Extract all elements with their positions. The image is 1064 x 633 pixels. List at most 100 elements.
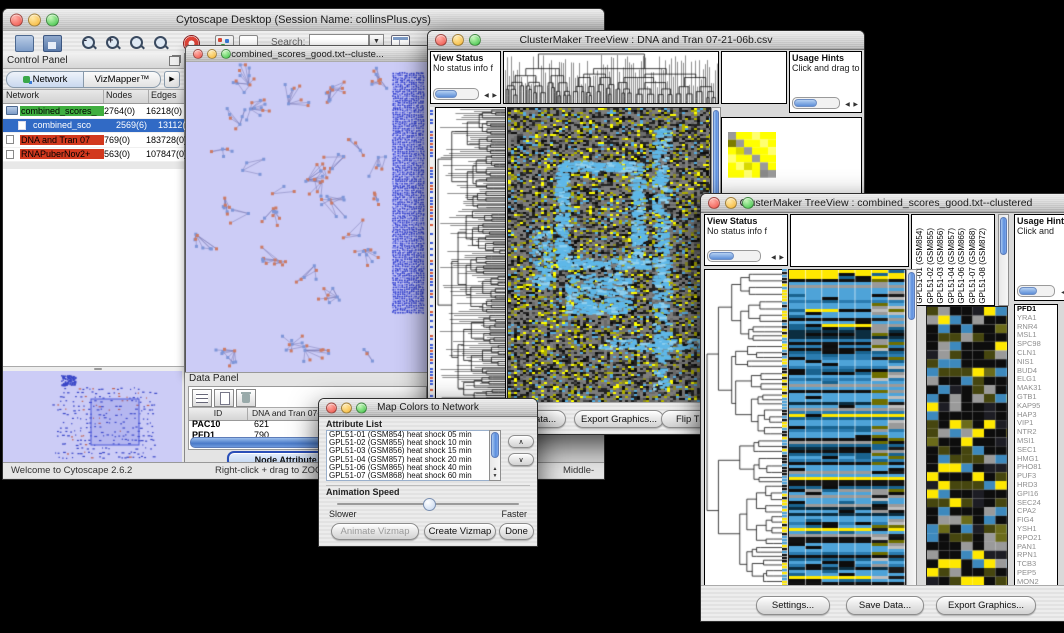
move-down-button[interactable]: ∨: [508, 453, 534, 466]
slider-thumb[interactable]: [423, 498, 436, 511]
column-label: GPL51-03 (GSM856): [937, 228, 948, 304]
selected-genes-heatmap-panel[interactable]: [926, 306, 1008, 586]
usage-hints-scrollbar[interactable]: [1017, 285, 1055, 297]
trash-icon[interactable]: [236, 389, 256, 407]
close-button[interactable]: [193, 49, 203, 59]
column-dendrogram-canvas[interactable]: [504, 52, 718, 103]
minimize-button[interactable]: [452, 34, 464, 46]
slower-label: Slower: [329, 509, 357, 519]
row-dendrogram-canvas[interactable]: [705, 270, 782, 585]
column-dendrogram-panel[interactable]: [503, 51, 719, 104]
attribute-list-scrollbar[interactable]: ▲ ▼: [489, 430, 501, 481]
column-dendrogram-panel[interactable]: [790, 214, 909, 267]
usage-hints-scrollbar[interactable]: [792, 97, 840, 109]
attribute-item[interactable]: GPL51-07 (GSM868) heat shock 60 min: [327, 472, 500, 480]
close-button[interactable]: [10, 14, 23, 27]
minimize-button[interactable]: [725, 197, 737, 209]
network-table-row[interactable]: DNA and Tran 07 769(0) 183728(0): [3, 133, 184, 148]
row-dendrogram-panel[interactable]: [704, 269, 783, 586]
animation-speed-label: Animation Speed: [326, 487, 400, 497]
close-button[interactable]: [326, 402, 337, 413]
network-view-window: combined_scores_good.txt--cluste...: [185, 45, 430, 374]
faster-label: Faster: [501, 509, 527, 519]
gene-list-panel: PFD1YRA1RNR4MSL1SPC98CLN1NIS1BUD4ELG1MAK…: [1014, 304, 1058, 588]
heatmap-canvas[interactable]: [789, 270, 905, 585]
view-status-text: No status info f: [431, 63, 500, 73]
network-canvas[interactable]: [186, 62, 427, 372]
export-graphics-button[interactable]: Export Graphics...: [574, 410, 664, 428]
minimize-button[interactable]: [341, 402, 352, 413]
control-panel: Control Panel Network VizMapper™ ▶ Netwo…: [3, 53, 185, 463]
zoom-selected-icon[interactable]: [153, 35, 168, 50]
labels-vscrollbar[interactable]: [998, 214, 1009, 306]
network-table-header: Network Nodes Edges: [3, 89, 184, 104]
save-data-button[interactable]: Save Data...: [846, 596, 924, 615]
zoom-in-icon[interactable]: +: [105, 35, 120, 50]
float-panel-icon[interactable]: [169, 56, 180, 66]
export-graphics-button[interactable]: Export Graphics...: [936, 596, 1036, 615]
close-button[interactable]: [708, 197, 720, 209]
animate-vizmap-button[interactable]: Animate Vizmap: [331, 523, 419, 540]
view-status-text: No status info f: [705, 226, 787, 236]
column-labels-panel: [721, 51, 787, 104]
dialog-title: Map Colors to Network: [377, 402, 479, 413]
scroll-arrows[interactable]: ◀ ▶: [771, 254, 785, 261]
heatmap-panel[interactable]: [507, 107, 711, 403]
column-labels: [725, 52, 773, 102]
usage-hints-title: Usage Hints: [790, 52, 861, 63]
view-status-scrollbar[interactable]: [707, 250, 761, 262]
minimize-button[interactable]: [28, 14, 41, 27]
row-dendrogram-panel[interactable]: [435, 107, 506, 403]
scroll-arrows[interactable]: ◀ ▶: [484, 92, 498, 99]
row-dendrogram-canvas[interactable]: [436, 108, 505, 402]
zoom-fit-icon[interactable]: [129, 35, 144, 50]
move-up-button[interactable]: ∧: [508, 435, 534, 448]
network-item-icon: [6, 135, 14, 144]
open-session-icon[interactable]: [15, 35, 34, 52]
minimize-button[interactable]: [207, 49, 217, 59]
network-table-row[interactable]: combined_scores_ 2764(0) 16218(0): [3, 104, 184, 119]
birds-eye-view[interactable]: [3, 371, 182, 463]
view-status-panel: View Status No status info f ◀ ▶: [704, 214, 788, 266]
heatmap-panel[interactable]: [788, 269, 906, 586]
main-titlebar[interactable]: Cytoscape Desktop (Session Name: collins…: [3, 9, 604, 32]
network-table-row[interactable]: combined_sco 2569(6) 13112(15): [3, 119, 184, 134]
tab-network[interactable]: Network: [6, 71, 84, 88]
view-status-scrollbar[interactable]: [433, 88, 479, 100]
zoom-out-icon[interactable]: -: [81, 35, 96, 50]
attribute-list-label: Attribute List: [326, 419, 382, 429]
scroll-down-arrow[interactable]: ▼: [490, 473, 500, 479]
zoom-button[interactable]: [469, 34, 481, 46]
heatmap-vscrollbar[interactable]: [906, 269, 917, 586]
close-button[interactable]: [435, 34, 447, 46]
network-tab-icon: [23, 76, 30, 83]
zoom-button[interactable]: [46, 14, 59, 27]
data-table-icon[interactable]: [192, 389, 212, 407]
network-item-icon: [18, 121, 26, 130]
create-vizmap-button[interactable]: Create Vizmap: [424, 523, 496, 540]
column-label: GPL51-06 (GSM865): [958, 228, 969, 304]
save-session-icon[interactable]: [43, 35, 62, 52]
gene-matrix-heatmap[interactable]: [728, 132, 776, 178]
animation-speed-slider[interactable]: [337, 503, 519, 505]
treeview-clustered-window: ClusterMaker TreeView : combined_scores_…: [700, 193, 1064, 622]
tab-vizmapper[interactable]: VizMapper™: [84, 71, 161, 88]
view-status-title: View Status: [431, 52, 500, 63]
zoom-button[interactable]: [221, 49, 231, 59]
data-file-icon[interactable]: [214, 389, 234, 407]
window-controls: [10, 14, 59, 27]
settings-button[interactable]: Settings...: [756, 596, 830, 615]
view-status-title: View Status: [705, 215, 787, 226]
scroll-up-arrow[interactable]: ▲: [490, 466, 500, 472]
status-hint-zoom: Right-click + drag to ZOOM: [215, 465, 330, 476]
tab-overflow-button[interactable]: ▶: [164, 71, 180, 88]
done-button[interactable]: Done: [499, 523, 534, 540]
selected-genes-heatmap[interactable]: [927, 307, 1007, 585]
zoom-button[interactable]: [356, 402, 367, 413]
usage-hints-panel: Usage Hints Click and ◀ ▶: [1014, 214, 1064, 301]
zoom-button[interactable]: [742, 197, 754, 209]
scroll-arrows[interactable]: ◀ ▶: [845, 101, 859, 108]
heatmap-canvas[interactable]: [508, 108, 710, 402]
network-table-row[interactable]: RNAPuberNov2+ 563(0) 107847(0): [3, 148, 184, 163]
usage-hints-panel: Usage Hints Click and drag to ◀ ▶: [789, 51, 862, 113]
